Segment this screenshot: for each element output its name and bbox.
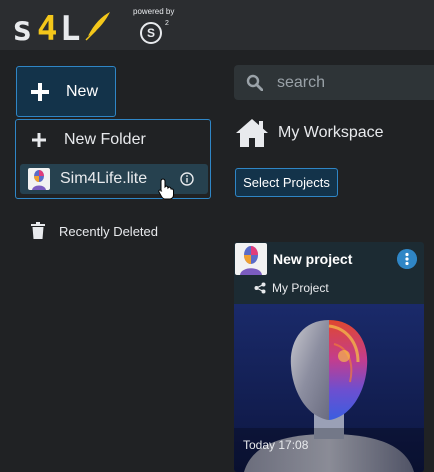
project-card[interactable]: New project My Project Today 17:08 [234,242,424,472]
home-icon [236,119,268,147]
svg-text:s: s [12,10,31,44]
more-options-icon[interactable] [397,249,417,269]
menu-item-sim4life-lite[interactable]: Sim4Life.lite [20,164,208,194]
select-projects-button[interactable]: Select Projects [235,168,338,197]
share-icon [254,282,266,294]
project-modified-date: Today 17:08 [243,438,309,452]
plus-icon [31,82,49,101]
recently-deleted-link[interactable]: Recently Deleted [30,222,158,240]
svg-text:4: 4 [37,10,57,44]
search-input[interactable]: search [234,65,434,100]
workspace-label: My Workspace [278,124,384,141]
powered-by-label: powered by [133,7,175,16]
s-logo-letter: S [140,22,162,44]
shared-with-label: My Project [272,281,329,295]
search-placeholder: search [277,73,326,91]
s-squared-logo: S 2 [140,20,174,46]
new-button[interactable]: New [16,66,116,117]
s4l-logo[interactable]: s 4 L [12,10,112,44]
trash-icon [31,222,45,239]
new-button-label: New [66,82,99,100]
new-dropdown-menu: New Folder Sim4Life.lite [15,119,211,199]
menu-item-new-folder[interactable]: New Folder [20,125,208,155]
recently-deleted-label: Recently Deleted [59,223,158,239]
menu-item-label: New Folder [64,131,146,148]
project-title: New project [273,251,353,267]
s-logo-superscript: 2 [165,20,169,27]
project-thumbnail-icon [235,243,267,275]
search-icon [246,74,263,91]
menu-item-label: Sim4Life.lite [60,170,148,187]
breadcrumb[interactable]: My Workspace [234,117,384,149]
top-bar: s 4 L powered by S 2 [0,0,434,50]
info-icon[interactable] [180,172,194,186]
hand-cursor-icon [158,178,174,200]
shared-info: My Project [254,281,329,295]
plus-icon [28,129,50,151]
svg-text:L: L [60,10,80,44]
sim4life-icon [28,168,50,190]
